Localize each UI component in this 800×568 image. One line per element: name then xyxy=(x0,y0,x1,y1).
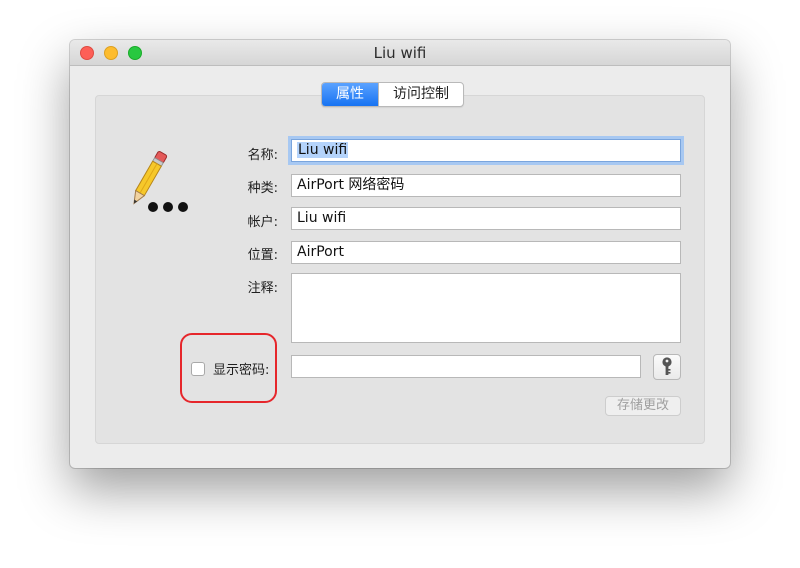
tab-attributes[interactable]: 属性 xyxy=(322,83,378,106)
name-label: 名称: xyxy=(247,148,278,163)
kind-label: 种类: xyxy=(247,181,278,196)
key-button[interactable] xyxy=(653,354,681,380)
keychain-item-window: Liu wifi 属性 访问控制 名称: Liu wifi 种类: AirPor… xyxy=(70,40,730,468)
key-icon xyxy=(662,357,672,375)
name-field[interactable]: Liu wifi xyxy=(291,139,681,162)
kind-field[interactable]: AirPort 网络密码 xyxy=(291,174,681,197)
comments-label: 注释: xyxy=(247,281,278,296)
comments-field[interactable] xyxy=(291,273,681,343)
account-field[interactable]: Liu wifi xyxy=(291,207,681,230)
tab-access-control[interactable]: 访问控制 xyxy=(378,83,463,106)
password-field[interactable] xyxy=(291,355,641,378)
where-field[interactable]: AirPort xyxy=(291,241,681,264)
title-bar[interactable]: Liu wifi xyxy=(70,40,730,66)
account-label: 帐户: xyxy=(247,215,278,230)
highlight-annotation-ring xyxy=(180,333,277,403)
pencil-dots-icon xyxy=(133,151,188,212)
save-changes-button[interactable]: 存储更改 xyxy=(605,396,681,416)
where-label: 位置: xyxy=(247,248,278,263)
window-title: Liu wifi xyxy=(373,44,427,62)
name-value: Liu wifi xyxy=(297,142,349,158)
screen: Liu wifi 属性 访问控制 名称: Liu wifi 种类: AirPor… xyxy=(0,0,800,568)
tab-segmented-control: 属性 访问控制 xyxy=(321,82,464,107)
